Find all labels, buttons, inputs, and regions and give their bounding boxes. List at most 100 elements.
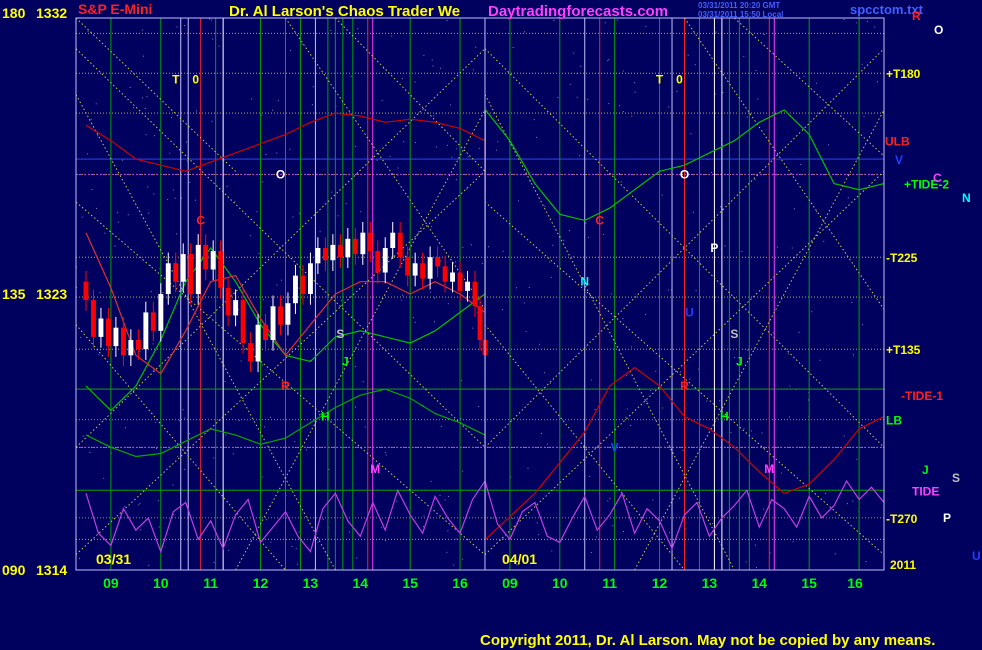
star-dot <box>384 452 386 454</box>
star-dot <box>747 349 749 351</box>
chart-title: Dr. Al Larson's Chaos Trader We <box>229 3 460 20</box>
star-dot <box>626 408 628 410</box>
star-dot <box>711 172 712 173</box>
planet-marker-label: O <box>680 167 689 181</box>
star-dot <box>117 221 119 223</box>
star-dot <box>595 536 597 538</box>
star-dot <box>145 134 147 136</box>
price-bar <box>113 327 119 347</box>
star-dot <box>460 418 462 420</box>
y-axis-price-label: 1323 <box>36 286 67 302</box>
star-dot <box>622 70 624 72</box>
price-bar <box>121 327 126 356</box>
star-dot <box>172 484 174 486</box>
star-dot <box>462 470 464 472</box>
price-bar <box>218 251 224 288</box>
star-dot <box>538 343 540 345</box>
y-axis-price-label: 1332 <box>36 5 67 21</box>
star-dot <box>590 379 592 381</box>
star-dot <box>594 409 596 411</box>
star-dot <box>194 199 196 201</box>
star-dot <box>397 167 399 169</box>
star-dot <box>612 525 614 527</box>
x-axis-tick-label: 10 <box>552 575 568 591</box>
star-dot <box>381 100 383 102</box>
star-dot <box>447 303 449 305</box>
star-dot <box>189 181 191 183</box>
star-dot <box>495 149 497 151</box>
star-dot <box>448 495 449 497</box>
star-dot <box>147 186 149 188</box>
star-dot <box>667 289 669 291</box>
star-dot <box>588 236 589 238</box>
planet-marker-label: J <box>342 354 349 368</box>
star-dot <box>125 427 126 429</box>
planet-marker-label: R <box>281 379 290 393</box>
star-dot <box>527 467 529 469</box>
star-dot <box>95 103 97 105</box>
star-dot <box>412 317 414 319</box>
star-dot <box>431 59 433 61</box>
star-dot <box>679 497 681 499</box>
star-dot <box>423 526 424 528</box>
y-axis-degree-label: 090 <box>2 562 26 578</box>
star-dot <box>515 287 517 289</box>
right-level-label: +T135 <box>886 343 921 357</box>
star-dot <box>543 372 545 374</box>
star-dot <box>682 449 684 451</box>
price-bar <box>225 287 231 316</box>
star-dot <box>610 293 612 295</box>
star-dot <box>823 240 825 242</box>
star-dot <box>139 503 141 505</box>
star-dot <box>470 244 472 246</box>
price-bar <box>143 312 149 350</box>
price-bar <box>465 281 470 291</box>
price-bar <box>330 244 336 261</box>
star-dot <box>251 98 253 100</box>
star-dot <box>224 381 226 382</box>
star-dot <box>856 458 858 460</box>
star-dot <box>550 276 552 278</box>
star-dot <box>523 302 525 304</box>
planet-marker-label: R <box>680 379 689 393</box>
star-dot <box>173 514 175 516</box>
star-dot <box>91 189 93 190</box>
star-dot <box>162 292 164 293</box>
price-bar <box>405 257 411 276</box>
planet-marker-label: 0 <box>192 72 199 86</box>
star-dot <box>622 531 624 532</box>
copyright-notice: Copyright 2011, Dr. Al Larson. May not b… <box>480 632 935 649</box>
star-dot <box>79 558 80 560</box>
star-dot <box>475 46 477 48</box>
price-bar <box>375 251 381 273</box>
star-dot <box>184 417 186 419</box>
star-dot <box>467 156 469 158</box>
star-dot <box>834 553 836 555</box>
star-dot <box>261 114 262 116</box>
star-dot <box>714 93 716 95</box>
star-dot <box>400 299 402 301</box>
right-level-label: -TIDE-1 <box>901 389 943 403</box>
timestamp-local: 03/31/2011 15:50 Local <box>698 10 783 19</box>
star-dot <box>679 371 681 373</box>
planet-marker-label: C <box>595 213 604 227</box>
price-bar <box>128 340 134 356</box>
price-bar <box>195 244 201 294</box>
star-dot <box>852 500 854 502</box>
star-dot <box>755 69 757 71</box>
star-dot <box>148 212 150 214</box>
star-dot <box>755 544 756 546</box>
star-dot <box>142 97 143 99</box>
star-dot <box>319 231 321 233</box>
price-bar <box>337 244 343 258</box>
star-dot <box>97 135 99 137</box>
star-dot <box>490 517 492 519</box>
star-dot <box>793 208 795 210</box>
star-dot <box>634 82 635 84</box>
star-dot <box>456 148 458 150</box>
price-bar <box>442 266 448 282</box>
star-dot <box>512 47 514 48</box>
star-dot <box>81 216 83 218</box>
side-planet-letter: J <box>922 463 929 477</box>
star-dot <box>383 67 385 69</box>
